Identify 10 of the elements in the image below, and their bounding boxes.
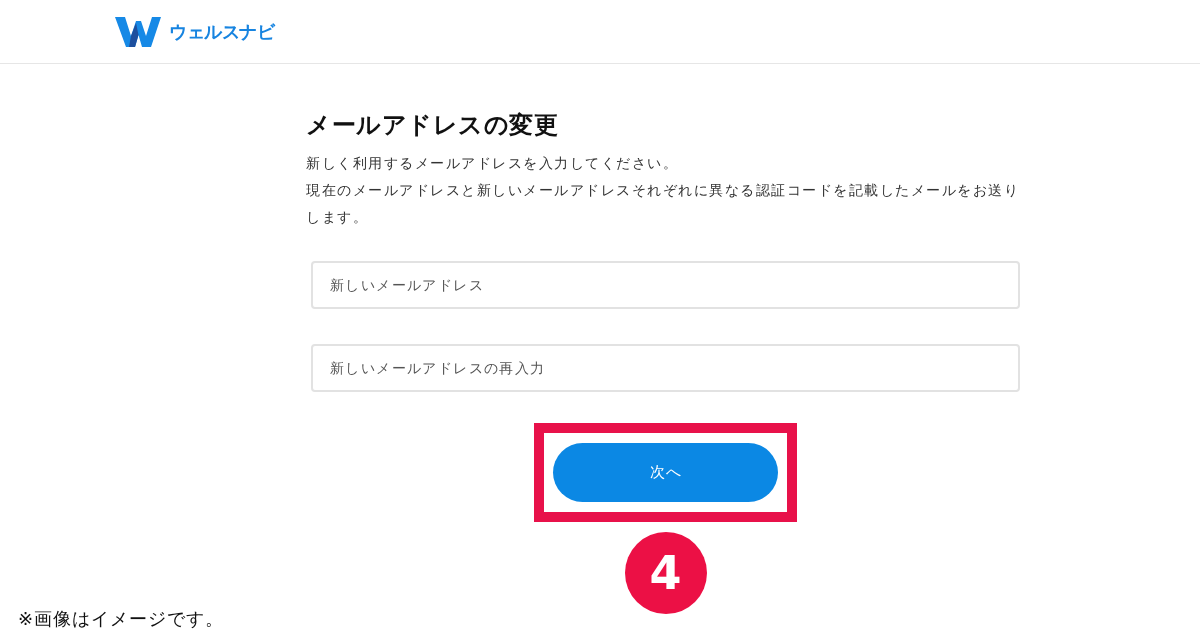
next-button[interactable]: 次へ — [553, 443, 778, 502]
logo-text: ウェルスナビ — [169, 19, 274, 44]
logo-mark-icon — [115, 16, 161, 47]
page-title: メールアドレスの変更 — [306, 110, 559, 141]
footnote-text: ※画像はイメージです。 — [18, 607, 225, 631]
step-number: 4 — [624, 532, 707, 614]
description-text: 現在のメールアドレスと新しいメールアドレスそれぞれに異なる認証コードを記載したメールをお送りします。 — [306, 181, 1020, 227]
email-input[interactable]: 新しいメールアドレスの再入力 — [311, 344, 1020, 392]
description-text: 新しく利用するメールアドレスを入力してください。 — [306, 154, 679, 173]
email-input[interactable]: 新しいメールアドレス — [311, 261, 1020, 309]
